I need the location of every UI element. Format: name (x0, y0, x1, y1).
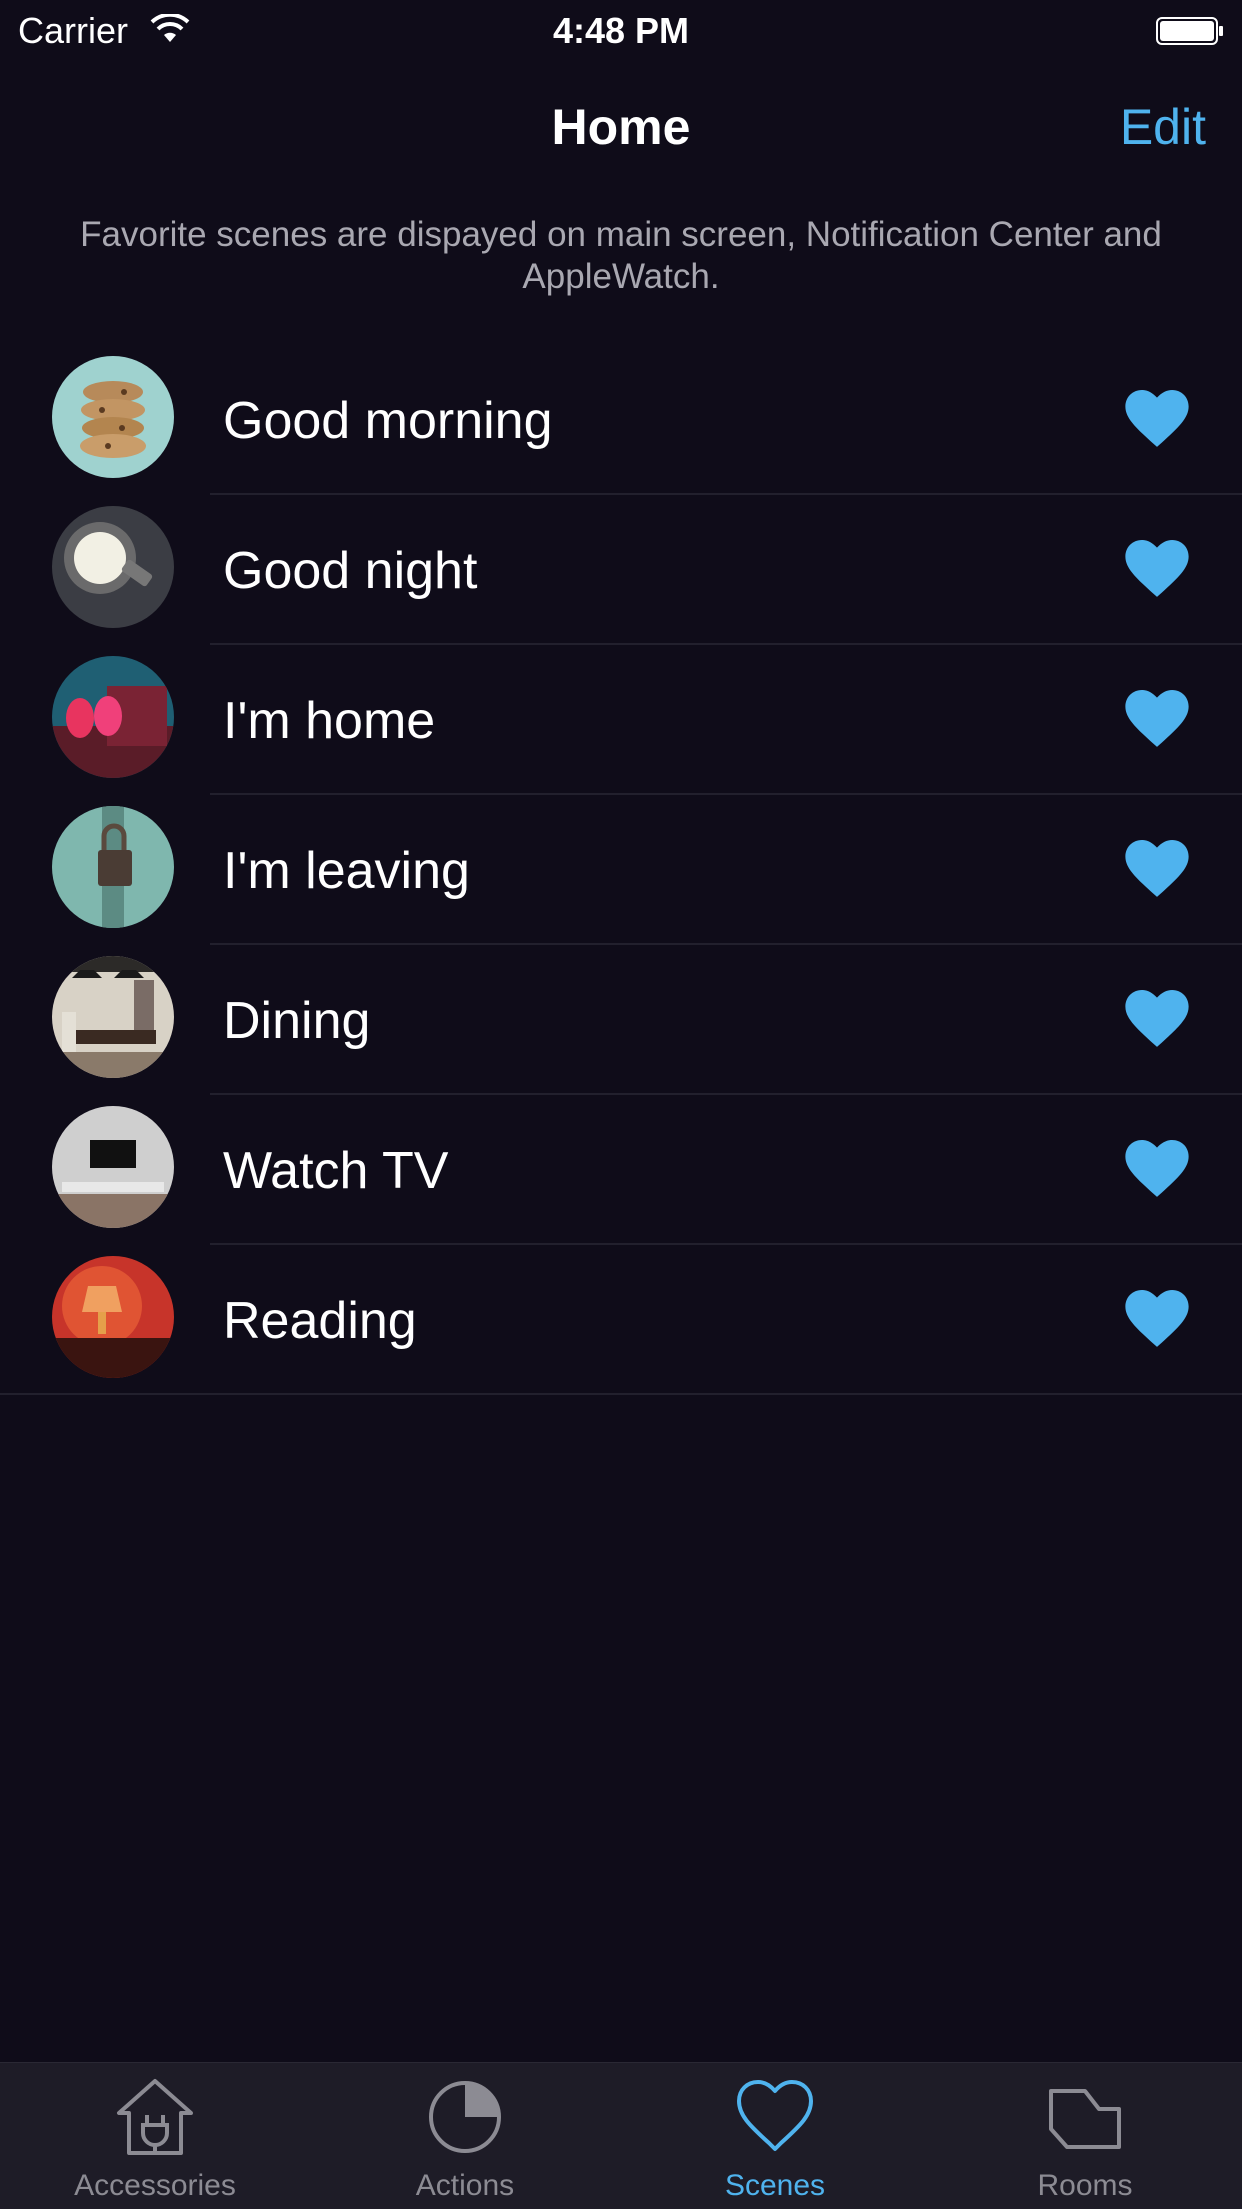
scene-name: Good morning (223, 392, 553, 450)
status-bar: Carrier 4:48 PM (0, 0, 1242, 60)
scene-row-im-home[interactable]: I'm home (0, 645, 1242, 795)
favorite-heart-icon[interactable] (1124, 387, 1190, 449)
scene-name: Dining (223, 992, 371, 1050)
battery-icon (1156, 17, 1223, 45)
favorite-heart-icon[interactable] (1124, 837, 1190, 899)
favorite-heart-icon[interactable] (1124, 987, 1190, 1049)
scene-name: Reading (223, 1292, 417, 1350)
tab-label: Rooms (1037, 2169, 1133, 2202)
edit-button[interactable]: Edit (1120, 98, 1206, 156)
padlock-thumbnail (52, 806, 174, 928)
room-icon (1049, 2089, 1121, 2149)
favorite-heart-icon[interactable] (1124, 1287, 1190, 1349)
lightbulb-thumbnail (52, 506, 174, 628)
scene-row-im-leaving[interactable]: I'm leaving (0, 795, 1242, 945)
favorite-heart-icon[interactable] (1124, 1137, 1190, 1199)
sofa-thumbnail (52, 656, 174, 778)
tab-scenes[interactable]: Scenes (620, 2063, 930, 2209)
scene-name: I'm leaving (223, 842, 470, 900)
scene-row-dining[interactable]: Dining (0, 945, 1242, 1095)
tv-wall-thumbnail (52, 1106, 174, 1228)
cookies-thumbnail (52, 356, 174, 478)
tab-bar: Accessories Actions Scenes Rooms (0, 2062, 1242, 2209)
heart-outline-icon (737, 2080, 813, 2151)
favorite-heart-icon[interactable] (1124, 537, 1190, 599)
navigation-bar: Home Edit (0, 60, 1242, 190)
favorite-heart-icon[interactable] (1124, 687, 1190, 749)
tab-rooms[interactable]: Rooms (930, 2063, 1240, 2209)
tab-label: Accessories (74, 2169, 236, 2202)
pie-icon (429, 2081, 501, 2153)
tab-accessories[interactable]: Accessories (0, 2063, 310, 2209)
scene-row-good-morning[interactable]: Good morning (0, 345, 1242, 495)
tab-label: Scenes (724, 2169, 826, 2202)
favorites-info-text: Favorite scenes are dispayed on main scr… (80, 215, 1162, 296)
scene-name: Watch TV (223, 1142, 449, 1200)
dining-room-thumbnail (52, 956, 174, 1078)
row-divider (0, 1393, 1242, 1395)
scene-list: Good morning Good night I'm home I'm lea… (0, 345, 1242, 1395)
scene-name: I'm home (223, 692, 436, 750)
scene-row-watch-tv[interactable]: Watch TV (0, 1095, 1242, 1245)
clock: 4:48 PM (552, 10, 690, 51)
scene-name: Good night (223, 542, 478, 600)
scene-row-reading[interactable]: Reading (0, 1245, 1242, 1395)
reading-lamp-thumbnail (52, 1256, 174, 1378)
tab-label: Actions (415, 2169, 515, 2202)
tab-actions[interactable]: Actions (310, 2063, 620, 2209)
house-plug-icon (117, 2079, 193, 2155)
page-title: Home (551, 99, 691, 155)
scene-row-good-night[interactable]: Good night (0, 495, 1242, 645)
